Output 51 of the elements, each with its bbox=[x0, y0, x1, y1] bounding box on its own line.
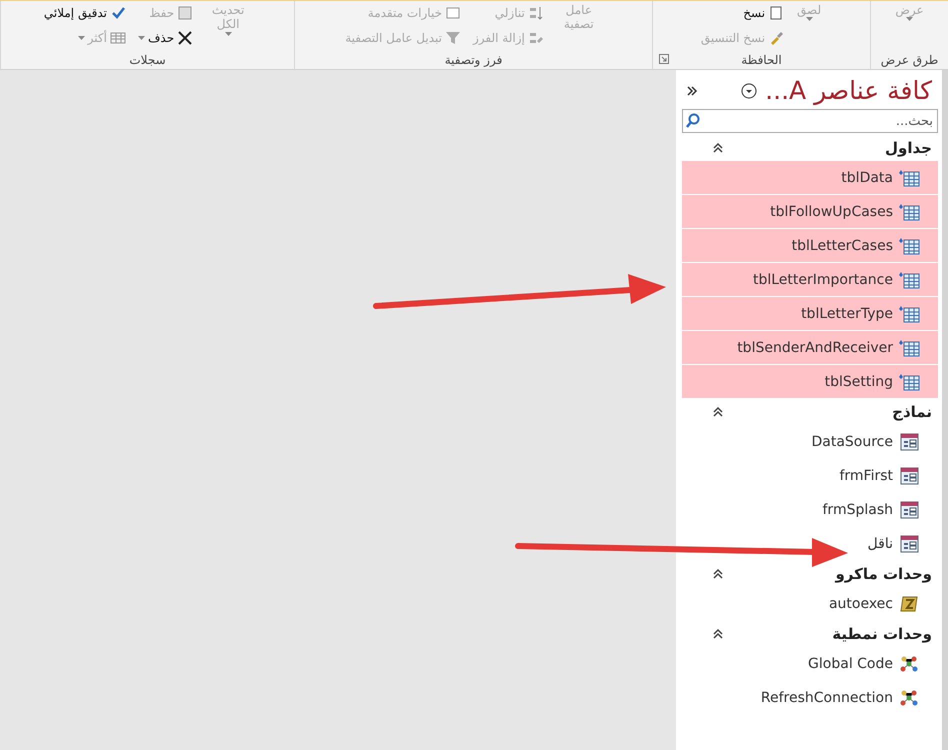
square-icon bbox=[177, 4, 194, 20]
nav-item[interactable]: Global Code bbox=[682, 647, 938, 680]
ribbon-button[interactable]: نسخ bbox=[698, 1, 788, 24]
group-label: سجلات bbox=[129, 53, 166, 67]
group-label: طرق عرض bbox=[880, 53, 938, 67]
nav-item[interactable]: tblSetting bbox=[682, 365, 938, 398]
form-icon bbox=[898, 500, 920, 518]
nav-item[interactable]: frmFirst bbox=[682, 459, 938, 492]
dialog-launcher-icon[interactable] bbox=[659, 54, 669, 64]
delete-icon bbox=[177, 30, 194, 46]
nav-item[interactable]: tblLetterCases bbox=[682, 229, 938, 262]
page-icon bbox=[768, 4, 784, 20]
module-icon bbox=[898, 688, 920, 706]
check-icon bbox=[110, 4, 126, 20]
nav-item[interactable]: tblLetterImportance bbox=[682, 263, 938, 296]
group-header[interactable]: نماذج bbox=[892, 403, 932, 421]
dropdown-circle-icon[interactable] bbox=[741, 82, 758, 98]
funnel-icon bbox=[444, 30, 461, 46]
search-field[interactable]: بحث... bbox=[682, 109, 938, 133]
table-icon bbox=[898, 236, 920, 254]
nav-item[interactable]: tblData bbox=[682, 161, 938, 194]
table-icon bbox=[898, 270, 920, 288]
nav-item[interactable]: ناقل bbox=[682, 527, 938, 560]
nav-item[interactable]: DataSource bbox=[682, 425, 938, 458]
search-icon[interactable] bbox=[685, 113, 701, 129]
group-header[interactable]: وحدات نمطية bbox=[832, 625, 932, 643]
nav-item[interactable]: RefreshConnection bbox=[682, 681, 938, 714]
group-label: الحافظة bbox=[741, 53, 782, 67]
table-icon bbox=[898, 338, 920, 356]
nav-item[interactable]: frmSplash bbox=[682, 493, 938, 526]
group-header[interactable]: جداول bbox=[885, 139, 932, 157]
table-icon bbox=[898, 202, 920, 220]
table-icon bbox=[898, 304, 920, 322]
table-icon bbox=[898, 168, 920, 186]
nav-item[interactable]: autoexec bbox=[682, 587, 938, 620]
nav-item[interactable]: tblSenderAndReceiver bbox=[682, 331, 938, 364]
scroll-icon bbox=[898, 594, 920, 612]
ribbon-button[interactable]: تدقيق إملائي bbox=[40, 1, 129, 24]
grid-icon bbox=[110, 30, 126, 46]
group-label: فرز وتصفية bbox=[444, 53, 502, 67]
nav-item[interactable]: tblLetterType bbox=[682, 297, 938, 330]
module-icon bbox=[898, 654, 920, 672]
form-icon bbox=[898, 466, 920, 484]
group-header[interactable]: وحدات ماكرو bbox=[835, 565, 932, 583]
ribbon-button[interactable]: حذف bbox=[134, 26, 196, 49]
form-icon bbox=[898, 432, 920, 450]
table-icon bbox=[898, 372, 920, 390]
pane-title[interactable]: كافة عناصر A... bbox=[765, 76, 932, 105]
form-icon bbox=[898, 534, 920, 552]
nav-item[interactable]: tblFollowUpCases bbox=[682, 195, 938, 228]
sort-icon bbox=[528, 4, 544, 20]
